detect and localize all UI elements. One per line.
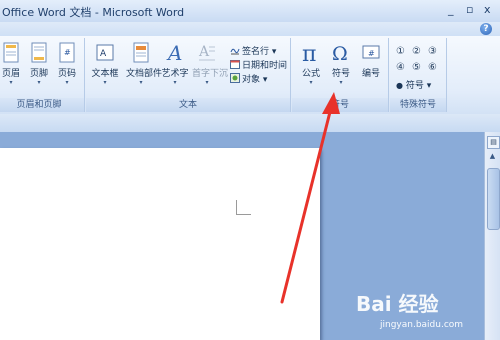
chevron-down-icon: ▾ xyxy=(65,79,69,86)
more-symbols-button[interactable]: ● 符号 ▾ xyxy=(396,78,431,91)
object-icon xyxy=(230,73,240,83)
chevron-down-icon: ▾ xyxy=(139,79,143,86)
signature-line-icon xyxy=(230,45,240,55)
group-label-special-symbols: 特殊符号 xyxy=(390,98,446,112)
title-bar: Office Word 文档 - Microsoft Word _ ▫ x xyxy=(0,0,500,23)
help-icon[interactable]: ? xyxy=(480,23,492,35)
view-ruler-icon[interactable]: ▤ xyxy=(487,136,500,149)
group-label-symbols: 符号 xyxy=(292,98,388,112)
ruler-bar xyxy=(0,114,500,133)
special-symbol-2[interactable]: ② xyxy=(412,46,421,57)
chevron-down-icon: ▾ xyxy=(173,79,177,86)
textbox-label: 文本框 xyxy=(91,69,119,79)
more-symbols-label: 符号 ▾ xyxy=(405,81,432,91)
svg-text:Ω: Ω xyxy=(332,43,348,64)
footer-label: 页脚 xyxy=(29,69,48,79)
group-label-header-footer: 页眉和页脚 xyxy=(0,98,84,112)
bullet-icon: ● xyxy=(396,81,403,90)
numbering-button[interactable]: # 编号 xyxy=(356,42,386,79)
chevron-down-icon: ▾ xyxy=(37,79,41,86)
numbering-icon: # xyxy=(362,45,380,59)
signature-line-label: 签名行 ▾ xyxy=(242,47,277,57)
minimize-button[interactable]: _ xyxy=(448,3,454,17)
object-button[interactable]: 对象 ▾ xyxy=(230,72,267,85)
svg-text:#: # xyxy=(64,48,71,57)
wordart-icon: A xyxy=(166,42,182,64)
svg-text:A: A xyxy=(198,44,210,60)
pi-equation-icon: π xyxy=(302,42,316,64)
group-symbols: π 公式 ▾ Ω 符号 ▾ # 编号 符号 xyxy=(292,38,389,112)
group-header-footer: 页眉 ▾ 页脚 ▾ # 页码 ▾ 页眉和页脚 xyxy=(0,38,85,112)
drop-cap-label: 首字下沉 xyxy=(192,69,229,79)
scroll-thumb[interactable] xyxy=(487,168,500,230)
equation-button[interactable]: π 公式 ▾ xyxy=(296,42,326,87)
header-icon xyxy=(3,42,19,63)
special-symbol-5[interactable]: ⑤ xyxy=(412,62,421,73)
special-symbol-3[interactable]: ③ xyxy=(428,46,437,57)
symbol-label: 符号 xyxy=(331,69,350,79)
quick-parts-label: 文档部件 xyxy=(126,69,163,79)
watermark-url: jingyan.baidu.com xyxy=(380,320,464,330)
header-button[interactable]: 页眉 ▾ xyxy=(0,42,26,87)
chevron-down-icon: ▾ xyxy=(9,79,13,86)
object-label: 对象 ▾ xyxy=(242,75,268,85)
quick-parts-button[interactable]: 文档部件 ▾ xyxy=(126,42,163,87)
signature-line-button[interactable]: 签名行 ▾ xyxy=(230,44,276,57)
baidu-jingyan-watermark: Bai 经验 xyxy=(356,288,439,317)
wordart-label: 艺术字 xyxy=(161,69,189,79)
footer-icon xyxy=(31,42,47,63)
page-number-button[interactable]: # 页码 ▾ xyxy=(52,42,82,87)
footer-button[interactable]: 页脚 ▾ xyxy=(24,42,54,87)
textbox-button[interactable]: A 文本框 ▾ xyxy=(90,42,120,87)
quick-parts-icon xyxy=(133,42,149,63)
page-number-icon: # xyxy=(59,42,75,63)
page-margin-corner-mark xyxy=(236,200,251,215)
ribbon-tab-strip xyxy=(0,22,500,36)
window-title: Office Word 文档 - Microsoft Word xyxy=(2,6,185,19)
header-label: 页眉 xyxy=(1,69,20,79)
vertical-scrollbar[interactable]: ▤ ▲ xyxy=(484,132,500,340)
special-symbol-4[interactable]: ④ xyxy=(396,62,405,73)
special-symbol-1[interactable]: ① xyxy=(396,46,405,57)
watermark-main-text: Bai 经验 xyxy=(356,292,439,316)
symbol-button[interactable]: Ω 符号 ▾ xyxy=(326,42,356,87)
numbering-label: 编号 xyxy=(361,69,380,79)
svg-text:A: A xyxy=(100,49,107,59)
equation-label: 公式 xyxy=(301,69,320,79)
date-time-label: 日期和时间 xyxy=(242,61,288,71)
svg-text:#: # xyxy=(368,49,375,58)
chevron-down-icon: ▾ xyxy=(205,79,209,86)
drop-cap-icon: A xyxy=(198,44,215,61)
wordart-button[interactable]: A 艺术字 ▾ xyxy=(160,42,190,87)
group-text: A 文本框 ▾ 文档部件 ▾ A 艺术字 ▾ A 首字下沉 ▾ 签名行 ▾ 日期… xyxy=(86,38,291,112)
omega-symbol-icon: Ω xyxy=(332,43,348,64)
svg-text:π: π xyxy=(302,42,316,64)
restore-button[interactable]: ▫ xyxy=(466,3,473,17)
chevron-down-icon: ▾ xyxy=(103,79,107,86)
svg-text:A: A xyxy=(166,42,182,64)
textbox-icon: A xyxy=(96,44,114,61)
scroll-up-icon[interactable]: ▲ xyxy=(487,152,498,163)
document-page[interactable] xyxy=(0,148,320,340)
drop-cap-button[interactable]: A 首字下沉 ▾ xyxy=(192,42,229,87)
page-number-label: 页码 xyxy=(57,69,76,79)
ribbon: 页眉 ▾ 页脚 ▾ # 页码 ▾ 页眉和页脚 A 文本框 ▾ 文档部件 ▾ A … xyxy=(0,36,500,115)
group-label-text: 文本 xyxy=(86,98,290,112)
group-special-symbols: ① ② ③ ④ ⑤ ⑥ ● 符号 ▾ 特殊符号 xyxy=(390,38,447,112)
chevron-down-icon: ▾ xyxy=(339,79,343,86)
date-time-button[interactable]: 日期和时间 xyxy=(230,58,287,71)
special-symbol-6[interactable]: ⑥ xyxy=(428,62,437,73)
date-time-icon xyxy=(230,59,240,69)
close-button[interactable]: x xyxy=(484,3,491,17)
chevron-down-icon: ▾ xyxy=(309,79,313,86)
